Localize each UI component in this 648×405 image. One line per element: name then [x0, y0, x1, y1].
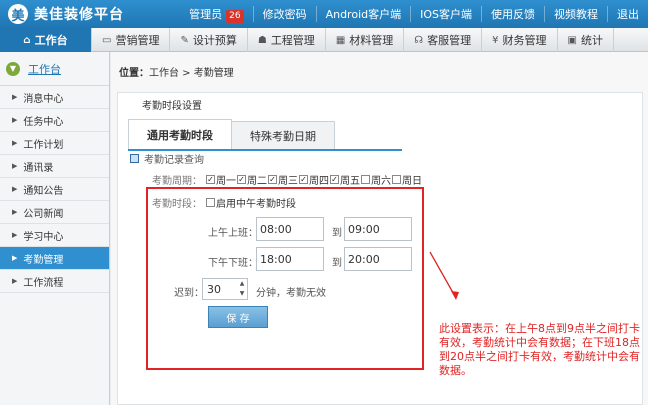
sidebar-header[interactable]: ▼ 工作台 [0, 52, 109, 86]
tab-special-dates[interactable]: 特殊考勤日期 [231, 121, 335, 149]
panel-title: 考勤时段设置 [142, 101, 202, 112]
notification-badge: 26 [226, 9, 244, 23]
afternoon-start-input[interactable]: 18:00 [256, 247, 324, 271]
morning-label: 上午上班： [208, 228, 258, 239]
late-tail: 分钟，考勤无效 [256, 288, 326, 299]
day-sat[interactable]: 周六 [361, 172, 391, 187]
attendance-query-link[interactable]: 考勤记录查询 [130, 151, 204, 166]
highlight-box [146, 187, 424, 370]
nav-tab-project[interactable]: ☗ 工程管理 [248, 28, 326, 52]
brand-name: 美佳装修平台 [34, 7, 124, 23]
noon-checkbox[interactable] [206, 198, 215, 207]
logout-link[interactable]: 退出 [607, 6, 648, 22]
checkbox-checked[interactable]: ✓ [237, 175, 246, 184]
annotation-note: 此设置表示：在上午8点到9点半之间打卡有效，考勤统计中会有数据；在下班18点到2… [439, 322, 640, 377]
day-mon[interactable]: ✓ 周一 [206, 172, 236, 187]
edit-icon: ✎ [180, 34, 189, 46]
checkbox-checked[interactable]: ✓ [268, 175, 277, 184]
caret-right-icon: ▶ [12, 162, 18, 170]
tab-strip: 通用考勤时段 特殊考勤日期 [128, 119, 428, 149]
sidebar: ▼ 工作台 ▶ 消息中心 ▶ 任务中心 ▶ 工作计划 ▶ 通讯录 ▶ 通知公告 ▶ 公司新闻… [0, 52, 110, 405]
top-bar: 美 美佳装修平台 管理员 26 修改密码 Android客户端 IOS客户端 使用… [0, 0, 648, 28]
day-wed[interactable]: ✓ 周三 [268, 172, 298, 187]
grid-icon: ▦ [335, 34, 346, 46]
annotation-arrow [429, 251, 459, 300]
nav-tab-material[interactable]: ▦ 材料管理 [326, 28, 405, 52]
checkbox-unchecked[interactable] [361, 175, 370, 184]
sidebar-item-attendance[interactable]: ▶ 考勤管理 [0, 247, 109, 270]
afternoon-end-input[interactable]: 20:00 [344, 247, 412, 271]
sidebar-item-company-news[interactable]: ▶ 公司新闻 [0, 201, 109, 224]
chart-icon: ▣ [567, 34, 577, 46]
save-button[interactable]: 保 存 [208, 306, 268, 328]
period-row: 考勤时段： 启用中午考勤时段 [152, 195, 296, 210]
afternoon-label: 下午下班： [208, 258, 258, 269]
late-label: 迟到： [174, 288, 204, 299]
week-days: 考勤周期： ✓ 周一 ✓ 周二 ✓ 周三 ✓ 周四 ✓ 周五 周六 周日 [152, 172, 423, 187]
tab-general-period[interactable]: 通用考勤时段 [128, 119, 232, 149]
brand[interactable]: 美 美佳装修平台 [8, 4, 124, 24]
caret-right-icon: ▶ [12, 116, 18, 124]
stepper-arrows-icon[interactable]: ▲ ▼ [237, 279, 247, 299]
nav-tab-design-budget[interactable]: ✎ 设计预算 [170, 28, 248, 52]
to-label: 到 [332, 258, 342, 269]
sidebar-item-notices[interactable]: ▶ 通知公告 [0, 178, 109, 201]
day-fri[interactable]: ✓ 周五 [330, 172, 360, 187]
noon-option-label: 启用中午考勤时段 [216, 199, 296, 210]
nav-tab-workbench[interactable]: ⌂ 工作台 [0, 28, 92, 52]
breadcrumb: 位置：工作台 > 考勤管理 [119, 68, 234, 79]
week-label: 考勤周期： [152, 176, 202, 187]
late-minutes-stepper[interactable]: 30 ▲ ▼ [202, 278, 248, 300]
nav-tab-marketing[interactable]: ▭ 营销管理 [92, 28, 171, 52]
caret-right-icon: ▶ [12, 254, 18, 262]
day-tue[interactable]: ✓ 周二 [237, 172, 267, 187]
sidebar-item-learning[interactable]: ▶ 学习中心 [0, 224, 109, 247]
sidebar-item-workflow[interactable]: ▶ 工作流程 [0, 270, 109, 293]
period-label: 考勤时段： [152, 199, 202, 210]
people-icon: ☗ [257, 34, 267, 46]
caret-right-icon: ▶ [12, 231, 18, 239]
sidebar-item-contacts[interactable]: ▶ 通讯录 [0, 155, 109, 178]
caret-right-icon: ▶ [12, 185, 18, 193]
feedback-link[interactable]: 使用反馈 [481, 6, 544, 22]
top-links: 管理员 26 修改密码 Android客户端 IOS客户端 使用反馈 视频教程 退… [180, 0, 648, 28]
caret-right-icon: ▶ [12, 208, 18, 216]
checkbox-unchecked[interactable] [392, 175, 401, 184]
marketing-icon: ▭ [102, 34, 112, 46]
ios-client-link[interactable]: IOS客户端 [410, 6, 481, 22]
change-password-link[interactable]: 修改密码 [252, 6, 316, 22]
calendar-icon [130, 154, 139, 163]
main-nav: ⌂ 工作台 ▭ 营销管理 ✎ 设计预算 ☗ 工程管理 ▦ 材料管理 ☊ 客服管理 ¥ 财务管理… [0, 28, 648, 52]
android-client-link[interactable]: Android客户端 [315, 6, 411, 22]
caret-right-icon: ▶ [12, 277, 18, 285]
to-label: 到 [332, 228, 342, 239]
chevron-down-icon: ▼ [6, 61, 20, 76]
caret-right-icon: ▶ [12, 139, 18, 147]
sidebar-item-work-plan[interactable]: ▶ 工作计划 [0, 132, 109, 155]
checkbox-checked[interactable]: ✓ [299, 175, 308, 184]
day-thu[interactable]: ✓ 周四 [299, 172, 329, 187]
yen-icon: ¥ [492, 34, 499, 46]
nav-tab-statistics[interactable]: ▣ 统计 [558, 28, 614, 52]
home-icon: ⌂ [23, 34, 31, 46]
nav-tab-finance[interactable]: ¥ 财务管理 [482, 28, 558, 52]
sidebar-item-messages[interactable]: ▶ 消息中心 [0, 86, 109, 109]
nav-tab-customer-service[interactable]: ☊ 客服管理 [404, 28, 483, 52]
video-tutorial-link[interactable]: 视频教程 [544, 6, 607, 22]
morning-start-input[interactable]: 08:00 [256, 217, 324, 241]
checkbox-checked[interactable]: ✓ [330, 175, 339, 184]
morning-end-input[interactable]: 09:00 [344, 217, 412, 241]
sidebar-title: 工作台 [28, 62, 61, 76]
admin-link[interactable]: 管理员 26 [180, 6, 252, 23]
caret-right-icon: ▶ [12, 93, 18, 101]
day-sun[interactable]: 周日 [392, 172, 422, 187]
sidebar-item-tasks[interactable]: ▶ 任务中心 [0, 109, 109, 132]
logo-icon: 美 [8, 4, 28, 24]
headset-icon: ☊ [414, 34, 424, 46]
checkbox-checked[interactable]: ✓ [206, 175, 215, 184]
